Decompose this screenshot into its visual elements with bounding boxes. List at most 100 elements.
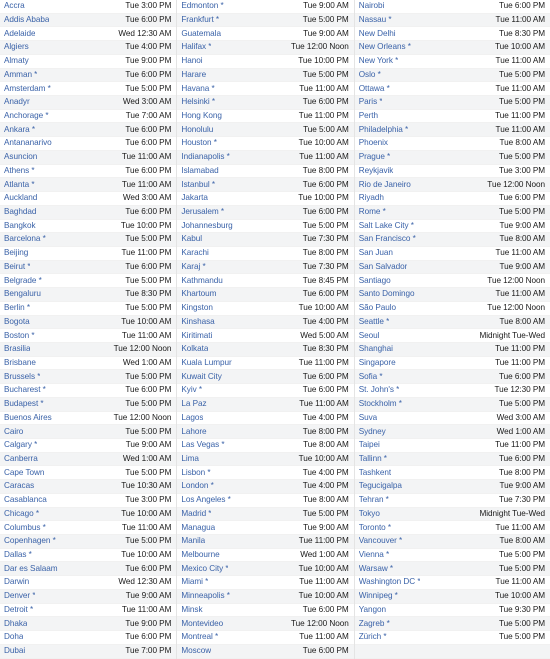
city-link[interactable]: Auckland (4, 194, 37, 202)
city-link[interactable]: Kiritimati (181, 332, 212, 340)
city-link[interactable]: Baghdad (4, 208, 36, 216)
city-link[interactable]: San Salvador (359, 263, 408, 271)
city-link[interactable]: Dallas * (4, 551, 32, 559)
city-link[interactable]: Columbus * (4, 524, 46, 532)
city-link[interactable]: Kuala Lumpur (181, 359, 231, 367)
city-link[interactable]: Nassau * (359, 16, 392, 24)
city-link[interactable]: Santo Domingo (359, 290, 415, 298)
city-link[interactable]: Tehran * (359, 496, 389, 504)
city-link[interactable]: Reykjavik (359, 167, 394, 175)
city-link[interactable]: Rome * (359, 208, 386, 216)
city-link[interactable]: Berlin * (4, 304, 30, 312)
city-link[interactable]: Asuncion (4, 153, 37, 161)
city-link[interactable]: San Juan (359, 249, 393, 257)
city-link[interactable]: Kinshasa (181, 318, 214, 326)
city-link[interactable]: Honolulu (181, 126, 213, 134)
city-link[interactable]: Lisbon * (181, 469, 210, 477)
city-link[interactable]: Tashkent (359, 469, 391, 477)
city-link[interactable]: Washington DC * (359, 578, 421, 586)
city-link[interactable]: Detroit * (4, 606, 33, 614)
city-link[interactable]: Lagos (181, 414, 203, 422)
city-link[interactable]: Prague * (359, 153, 390, 161)
city-link[interactable]: Santiago (359, 277, 391, 285)
city-link[interactable]: Zürich * (359, 633, 387, 641)
city-link[interactable]: Salt Lake City * (359, 222, 414, 230)
city-link[interactable]: Barcelona * (4, 235, 46, 243)
city-link[interactable]: Atlanta * (4, 181, 35, 189)
city-link[interactable]: Melbourne (181, 551, 219, 559)
city-link[interactable]: Mexico City * (181, 565, 228, 573)
city-link[interactable]: Singapore (359, 359, 396, 367)
city-link[interactable]: Johannesburg (181, 222, 232, 230)
city-link[interactable]: Amman * (4, 71, 37, 79)
city-link[interactable]: Jerusalem * (181, 208, 224, 216)
city-link[interactable]: London * (181, 482, 213, 490)
city-link[interactable]: Denver * (4, 592, 35, 600)
city-link[interactable]: Dubai (4, 647, 25, 655)
city-link[interactable]: Budapest * (4, 400, 44, 408)
city-link[interactable]: San Francisco * (359, 235, 416, 243)
city-link[interactable]: Guatemala (181, 30, 221, 38)
city-link[interactable]: Perth (359, 112, 378, 120)
city-link[interactable]: Brasilia (4, 345, 30, 353)
city-link[interactable]: Bangkok (4, 222, 36, 230)
city-link[interactable]: Stockholm * (359, 400, 402, 408)
city-link[interactable]: Doha (4, 633, 23, 641)
city-link[interactable]: Los Angeles * (181, 496, 230, 504)
city-link[interactable]: Houston * (181, 139, 217, 147)
city-link[interactable]: Frankfurt * (181, 16, 219, 24)
city-link[interactable]: Hanoi (181, 57, 202, 65)
city-link[interactable]: Winnipeg * (359, 592, 398, 600)
city-link[interactable]: Montevideo (181, 620, 223, 628)
city-link[interactable]: Cairo (4, 428, 23, 436)
city-link[interactable]: Havana * (181, 85, 214, 93)
city-link[interactable]: New York * (359, 57, 399, 65)
city-link[interactable]: Sofia * (359, 373, 383, 381)
city-link[interactable]: Beijing (4, 249, 28, 257)
city-link[interactable]: Halifax * (181, 43, 211, 51)
city-link[interactable]: Vancouver * (359, 537, 402, 545)
city-link[interactable]: Hong Kong (181, 112, 222, 120)
city-link[interactable]: Manila (181, 537, 205, 545)
city-link[interactable]: Shanghai (359, 345, 393, 353)
city-link[interactable]: Kingston (181, 304, 212, 312)
city-link[interactable]: Copenhagen * (4, 537, 56, 545)
city-link[interactable]: Seattle * (359, 318, 390, 326)
city-link[interactable]: New Orleans * (359, 43, 411, 51)
city-link[interactable]: São Paulo (359, 304, 396, 312)
city-link[interactable]: Istanbul * (181, 181, 215, 189)
city-link[interactable]: Paris * (359, 98, 383, 106)
city-link[interactable]: Philadelphia * (359, 126, 408, 134)
city-link[interactable]: Suva (359, 414, 377, 422)
city-link[interactable]: Indianapolis * (181, 153, 229, 161)
city-link[interactable]: Brussels * (4, 373, 40, 381)
city-link[interactable]: Darwin (4, 578, 29, 586)
city-link[interactable]: Dar es Salaam (4, 565, 58, 573)
city-link[interactable]: La Paz (181, 400, 206, 408)
city-link[interactable]: Brisbane (4, 359, 36, 367)
city-link[interactable]: Bengaluru (4, 290, 41, 298)
city-link[interactable]: Athens * (4, 167, 35, 175)
city-link[interactable]: Las Vegas * (181, 441, 224, 449)
city-link[interactable]: Boston * (4, 332, 35, 340)
city-link[interactable]: Karaj * (181, 263, 205, 271)
city-link[interactable]: Kathmandu (181, 277, 222, 285)
city-link[interactable]: Phoenix (359, 139, 388, 147)
city-link[interactable]: Calgary * (4, 441, 37, 449)
city-link[interactable]: Adelaide (4, 30, 35, 38)
city-link[interactable]: Lima (181, 455, 199, 463)
city-link[interactable]: Oslo * (359, 71, 381, 79)
city-link[interactable]: Jakarta (181, 194, 208, 202)
city-link[interactable]: Warsaw * (359, 565, 393, 573)
city-link[interactable]: Rio de Janeiro (359, 181, 411, 189)
city-link[interactable]: Kabul (181, 235, 202, 243)
city-link[interactable]: Minsk (181, 606, 202, 614)
city-link[interactable]: Karachi (181, 249, 208, 257)
city-link[interactable]: Kyiv * (181, 386, 202, 394)
city-link[interactable]: Anadyr (4, 98, 30, 106)
city-link[interactable]: Addis Ababa (4, 16, 49, 24)
city-link[interactable]: Amsterdam * (4, 85, 51, 93)
city-link[interactable]: Zagreb * (359, 620, 390, 628)
city-link[interactable]: Miami * (181, 578, 208, 586)
city-link[interactable]: Tallinn * (359, 455, 387, 463)
